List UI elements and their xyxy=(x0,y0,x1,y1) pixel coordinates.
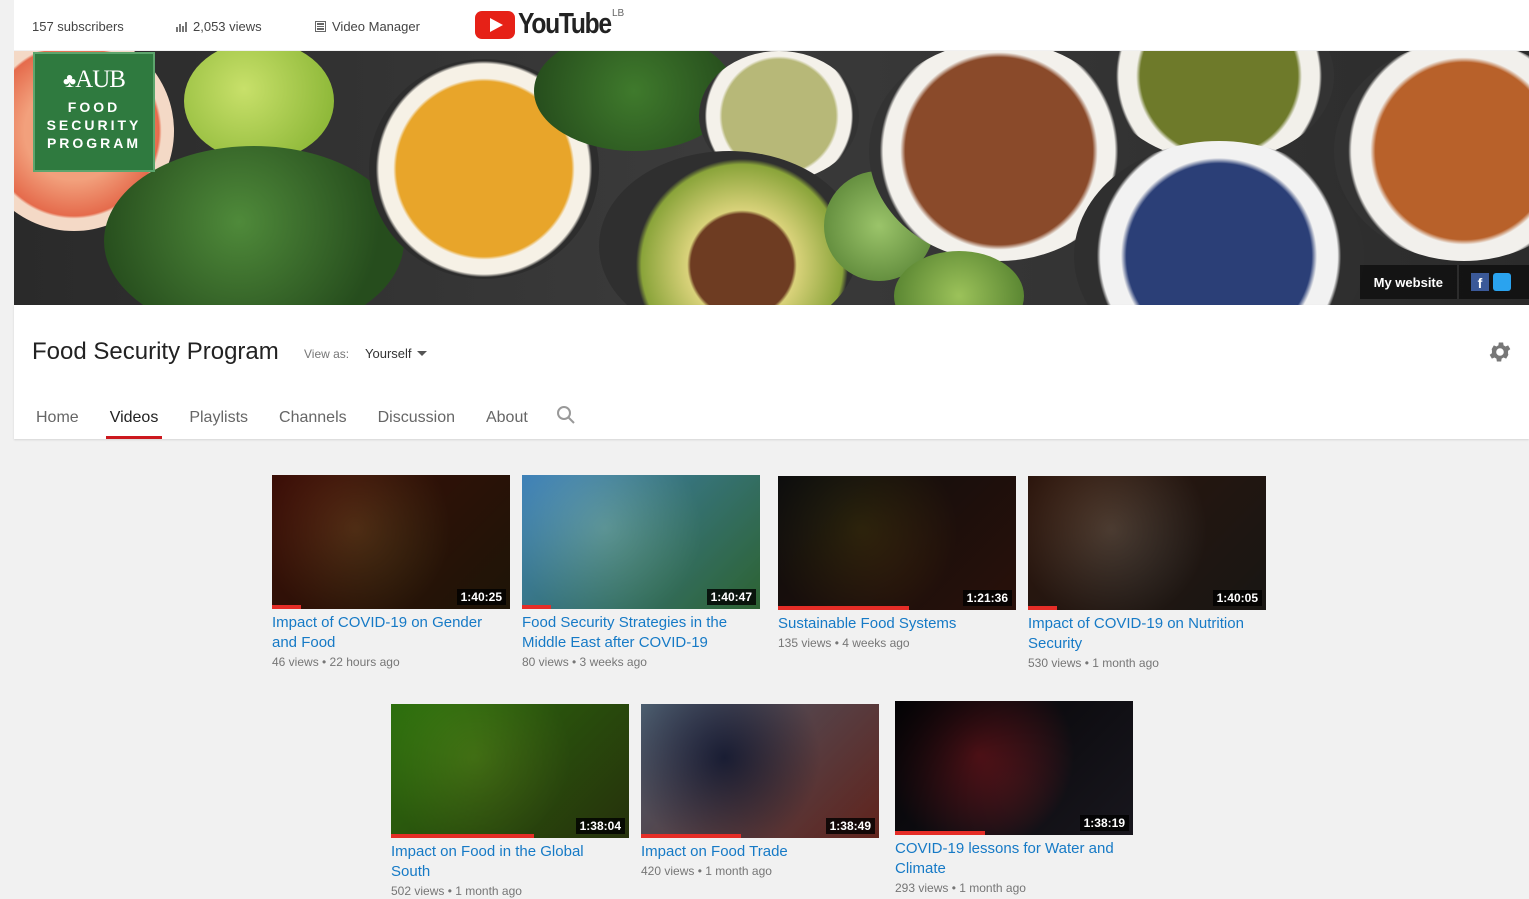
video-duration: 1:38:49 xyxy=(825,818,875,834)
video-thumbnail[interactable]: 1:40:05 xyxy=(1028,476,1266,610)
youtube-logo[interactable]: YouTube LB xyxy=(475,8,627,41)
views-stat[interactable]: 2,053 views xyxy=(176,19,262,34)
video-thumbnail[interactable]: 1:40:25 xyxy=(272,475,510,609)
my-website-link[interactable]: My website xyxy=(1359,265,1457,299)
caret-down-icon xyxy=(416,351,427,356)
tab-playlists[interactable]: Playlists xyxy=(189,397,248,439)
video-title[interactable]: Impact on Food Trade xyxy=(641,842,879,862)
channel-banner: ♣AUB FOOD SECURITY PROGRAM My website f xyxy=(14,51,1529,305)
video-title-line-2: Security xyxy=(1028,635,1083,652)
watch-progress-bar xyxy=(895,831,986,835)
tab-home[interactable]: Home xyxy=(36,397,79,439)
aub-logo: ♣AUB FOOD SECURITY PROGRAM xyxy=(33,52,155,172)
video-duration: 1:21:36 xyxy=(962,590,1012,606)
video-title[interactable]: COVID-19 lessons for Water and Climate xyxy=(895,839,1133,879)
video-title-line-1: Sustainable Food Systems xyxy=(778,615,957,632)
video-duration: 1:38:19 xyxy=(1079,815,1129,831)
subscriber-count: 157 subscribers xyxy=(32,19,124,34)
video-title-line-1: Impact on Food in the Global xyxy=(391,843,584,860)
watch-progress-bar xyxy=(522,605,551,609)
video-manager-icon xyxy=(315,21,326,32)
video-meta: 80 views • 3 weeks ago xyxy=(522,655,647,669)
video-meta: 293 views • 1 month ago xyxy=(895,881,1026,895)
watch-progress-bar xyxy=(1028,606,1057,610)
social-links: f xyxy=(1459,265,1529,299)
view-as-label: View as: xyxy=(304,347,350,361)
video-title-line-2: Middle East after COVID-19 xyxy=(522,634,708,651)
video-card[interactable]: 1:38:04 Impact on Food in the Global Sou… xyxy=(391,704,629,898)
channel-title[interactable]: Food Security Program xyxy=(32,338,279,366)
views-count-text: 2,053 views xyxy=(193,19,262,34)
video-title-line-1: Food Security Strategies in the xyxy=(522,614,728,631)
aub-text: AUB xyxy=(75,66,126,93)
subscriber-count-text: 157 subscribers xyxy=(32,19,124,34)
tree-icon: ♣ xyxy=(63,70,76,92)
channel-tabs: Home Videos Playlists Channels Discussio… xyxy=(36,397,559,439)
video-card[interactable]: 1:40:47 Food Security Strategies in the … xyxy=(522,475,760,669)
video-title[interactable]: Food Security Strategies in the Middle E… xyxy=(522,613,760,653)
video-title-line-1: Impact of COVID-19 on Gender xyxy=(272,614,483,631)
video-title[interactable]: Sustainable Food Systems xyxy=(778,614,1016,634)
video-duration: 1:40:47 xyxy=(706,589,756,605)
aub-logo-top: ♣AUB xyxy=(35,66,153,94)
apple-shape xyxy=(184,51,334,161)
search-icon[interactable] xyxy=(556,405,576,425)
video-manager-label: Video Manager xyxy=(332,19,420,34)
video-duration: 1:40:25 xyxy=(456,589,506,605)
tab-channels[interactable]: Channels xyxy=(279,397,347,439)
channel-header: Food Security Program View as: Yourself … xyxy=(14,305,1529,439)
video-title-line-1: Impact of COVID-19 on Nutrition xyxy=(1028,615,1244,632)
youtube-play-icon xyxy=(475,10,515,39)
video-card[interactable]: 1:40:25 Impact of COVID-19 on Gender and… xyxy=(272,475,510,669)
gear-icon[interactable] xyxy=(1487,339,1513,365)
video-manager-link[interactable]: Video Manager xyxy=(315,19,420,34)
video-title-line-1: COVID-19 lessons for Water and xyxy=(895,840,1114,857)
video-thumbnail[interactable]: 1:38:19 xyxy=(895,701,1133,835)
video-title-line-2: Climate xyxy=(895,860,946,877)
aub-line-program: PROGRAM xyxy=(46,135,142,151)
video-meta: 530 views • 1 month ago xyxy=(1028,656,1159,670)
aub-line-food: FOOD xyxy=(67,99,121,115)
watch-progress-bar xyxy=(641,834,741,838)
video-thumbnail[interactable]: 1:40:47 xyxy=(522,475,760,609)
video-title-line-2: and Food xyxy=(272,634,336,651)
aub-logo-lines: FOOD SECURITY PROGRAM xyxy=(35,98,153,152)
video-card[interactable]: 1:21:36 Sustainable Food Systems 135 vie… xyxy=(778,476,1016,650)
video-card[interactable]: 1:38:19 COVID-19 lessons for Water and C… xyxy=(895,701,1133,895)
video-title-line-2: South xyxy=(391,863,431,880)
video-title[interactable]: Impact on Food in the Global South xyxy=(391,842,629,882)
video-duration: 1:38:04 xyxy=(575,818,625,834)
view-as-value: Yourself xyxy=(365,346,412,361)
youtube-wordmark: YouTube xyxy=(518,8,612,40)
watch-progress-bar xyxy=(272,605,301,609)
facebook-icon[interactable]: f xyxy=(1471,273,1489,291)
video-meta: 135 views • 4 weeks ago xyxy=(778,636,910,650)
watch-progress-bar xyxy=(391,834,534,838)
video-card[interactable]: 1:40:05 Impact of COVID-19 on Nutrition … xyxy=(1028,476,1266,670)
tab-about[interactable]: About xyxy=(486,397,528,439)
almond-bowl xyxy=(1334,51,1529,261)
video-card[interactable]: 1:38:49 Impact on Food Trade 420 views •… xyxy=(641,704,879,878)
video-thumbnail[interactable]: 1:38:04 xyxy=(391,704,629,838)
video-meta: 46 views • 22 hours ago xyxy=(272,655,400,669)
twitter-icon[interactable] xyxy=(1493,273,1511,291)
avocado-shape xyxy=(599,151,859,305)
channel-stats-bar: 157 subscribers 2,053 views Video Manage… xyxy=(14,0,1529,50)
video-thumbnail[interactable]: 1:21:36 xyxy=(778,476,1016,610)
video-meta: 502 views • 1 month ago xyxy=(391,884,522,898)
watch-progress-bar xyxy=(778,606,909,610)
video-duration: 1:40:05 xyxy=(1212,590,1262,606)
bar-chart-icon xyxy=(176,22,187,32)
view-as-dropdown[interactable]: Yourself xyxy=(365,346,427,361)
youtube-country-code: LB xyxy=(612,8,625,19)
video-meta: 420 views • 1 month ago xyxy=(641,864,772,878)
tab-videos[interactable]: Videos xyxy=(105,397,162,439)
tab-discussion[interactable]: Discussion xyxy=(378,397,455,439)
video-thumbnail[interactable]: 1:38:49 xyxy=(641,704,879,838)
my-website-label: My website xyxy=(1373,274,1443,290)
video-title[interactable]: Impact of COVID-19 on Gender and Food xyxy=(272,613,510,653)
video-title-line-1: Impact on Food Trade xyxy=(641,843,788,860)
aub-line-security: SECURITY xyxy=(46,117,142,133)
video-title[interactable]: Impact of COVID-19 on Nutrition Security xyxy=(1028,614,1266,654)
